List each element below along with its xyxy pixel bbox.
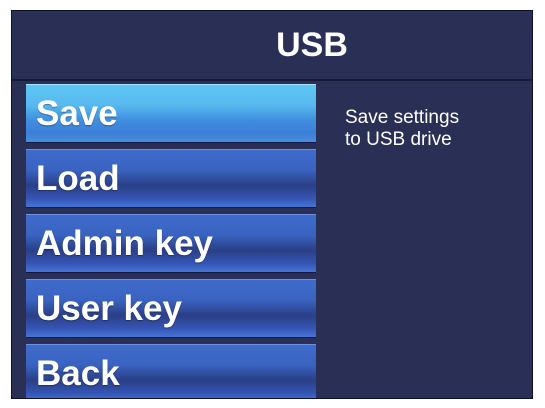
item-description: Save settings to USB drive <box>345 107 460 150</box>
user-key-button[interactable]: User key <box>26 279 316 338</box>
load-button-label: Load <box>36 158 120 198</box>
load-button[interactable]: Load <box>26 149 316 208</box>
back-button[interactable]: Back <box>26 344 316 398</box>
admin-key-button[interactable]: Admin key <box>26 214 316 273</box>
save-button-label: Save <box>36 93 118 133</box>
user-key-button-label: User key <box>36 288 182 328</box>
usb-menu: Save Load Admin key User key Back <box>26 84 316 398</box>
usb-screen: USB Save Load Admin key User key Back Sa… <box>11 10 533 399</box>
header: USB <box>12 11 532 81</box>
back-button-label: Back <box>36 353 120 393</box>
page-title: USB <box>276 25 348 64</box>
admin-key-button-label: Admin key <box>36 223 213 263</box>
save-button[interactable]: Save <box>26 84 316 143</box>
